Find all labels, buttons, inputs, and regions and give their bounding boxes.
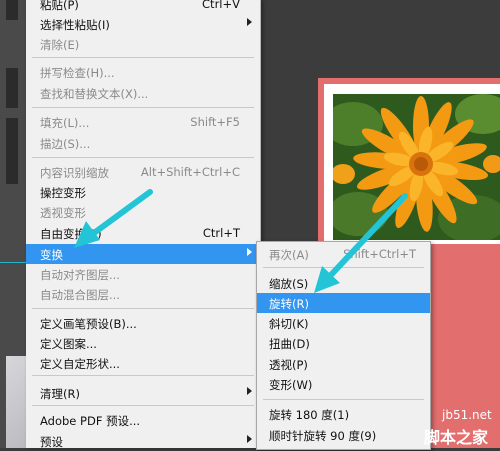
menu-item-label: 自动混合图层... [40,288,120,302]
menu-item-shortcut: Shift+Ctrl+T [343,247,416,261]
menu-item-content-aware-scale[interactable]: 内容识别缩放 Alt+Shift+Ctrl+C [26,162,260,182]
menu-item-label: 变形(W) [269,378,313,392]
flower-image [333,94,500,240]
menu-item-label: 斜切(K) [269,317,309,331]
menu-item-label: 再次(A) [269,248,309,262]
submenu-item-rotate-90-cw[interactable]: 顺时针旋转 90 度(9) [257,425,430,445]
menu-item-label: 透视(P) [269,358,308,372]
submenu-item-again[interactable]: 再次(A) Shift+Ctrl+T [257,244,430,264]
menu-item-label: 自动对齐图层... [40,268,120,282]
chevron-right-icon [247,435,252,443]
menu-item-auto-blend-layers[interactable]: 自动混合图层... [26,284,260,304]
menu-item-label: 粘贴(P) [40,0,79,12]
submenu-item-warp[interactable]: 变形(W) [257,374,430,394]
menu-item-stroke[interactable]: 描边(S)... [26,133,260,153]
menu-item-shortcut: Ctrl+T [202,226,240,240]
menu-divider [32,107,254,108]
menu-item-label: 定义画笔预设(B)... [40,317,137,331]
transform-submenu: 再次(A) Shift+Ctrl+T 缩放(S) 旋转(R) 斜切(K) 扭曲(… [256,241,431,450]
menu-item-define-pattern[interactable]: 定义图案... [26,333,260,353]
menu-item-transform[interactable]: 变换 [26,244,260,264]
chevron-right-icon [247,387,252,395]
menu-item-label: 自由变换(F) [40,227,102,241]
menu-item-fill[interactable]: 填充(L)... Shift+F5 [26,112,260,132]
menu-item-auto-align-layers[interactable]: 自动对齐图层... [26,264,260,284]
menu-item-label: 顺时针旋转 90 度(9) [269,429,377,443]
menu-item-define-brush[interactable]: 定义画笔预设(B)... [26,313,260,333]
menu-item-label: 拼写检查(H)... [40,66,115,80]
menu-item-label: 旋转 180 度(1) [269,408,350,422]
submenu-item-perspective[interactable]: 透视(P) [257,354,430,374]
menu-divider [32,375,254,376]
menu-divider [32,157,254,158]
chevron-right-icon [247,18,252,26]
menu-item-label: 缩放(S) [269,277,309,291]
menu-item-label: Adobe PDF 预设... [40,414,141,428]
menu-item-shortcut: Ctrl+V [202,0,240,11]
menu-item-label: 查找和替换文本(X)... [40,87,149,101]
menu-divider [32,405,254,406]
menu-item-label: 定义图案... [40,337,97,351]
menu-item-label: 操控变形 [40,186,86,200]
menu-item-label: 内容识别缩放 [40,166,109,180]
menu-item-paste-special[interactable]: 选择性粘贴(I) [26,14,260,34]
menu-item-free-transform[interactable]: 自由变换(F) Ctrl+T [26,223,260,243]
menu-item-clear[interactable]: 清除(E) [26,34,260,54]
menu-item-label: 选择性粘贴(I) [40,18,110,32]
watermark-site: jb51.net [442,408,492,422]
menu-divider [263,399,424,400]
menu-item-label: 定义自定形状... [40,357,120,371]
submenu-item-rotate[interactable]: 旋转(R) [257,293,430,313]
submenu-item-rotate-180[interactable]: 旋转 180 度(1) [257,404,430,424]
menu-divider [32,308,254,309]
submenu-item-distort[interactable]: 扭曲(D) [257,333,430,353]
menu-item-pdf-presets[interactable]: Adobe PDF 预设... [26,410,260,430]
menu-item-presets[interactable]: 预设 [26,431,260,451]
menu-divider [263,267,424,268]
menu-item-label: 填充(L)... [40,116,90,130]
chevron-right-icon [247,248,252,256]
menu-item-label: 清除(E) [40,38,80,52]
menu-divider [32,57,254,58]
menu-item-shortcut: Shift+F5 [190,115,240,129]
menu-item-spell-check[interactable]: 拼写检查(H)... [26,62,260,82]
menu-item-shortcut: Alt+Shift+Ctrl+C [140,165,240,179]
tool-panel-slot [6,68,18,108]
menu-item-label: 变换 [40,248,63,262]
watermark-name: 脚本之家 [424,428,489,447]
menu-item-label: 清理(R) [40,387,80,401]
submenu-item-skew[interactable]: 斜切(K) [257,313,430,333]
menu-item-perspective-warp[interactable]: 透视变形 [26,202,260,222]
submenu-item-scale[interactable]: 缩放(S) [257,273,430,293]
tool-panel-slot [6,118,18,184]
tool-panel-slot [6,0,18,20]
menu-item-purge[interactable]: 清理(R) [26,383,260,403]
flower-photo[interactable] [333,94,500,240]
menu-item-label: 透视变形 [40,206,86,220]
edit-menu: 粘贴(P) Ctrl+V 选择性粘贴(I) 清除(E) 拼写检查(H)... 查… [26,0,261,451]
menu-item-find-replace[interactable]: 查找和替换文本(X)... [26,83,260,103]
menu-item-label: 旋转(R) [269,297,309,311]
menu-item-label: 扭曲(D) [269,337,310,351]
menu-item-puppet-warp[interactable]: 操控变形 [26,182,260,202]
menu-item-label: 描边(S)... [40,137,91,151]
menu-item-define-shape[interactable]: 定义自定形状... [26,353,260,373]
menu-item-paste[interactable]: 粘贴(P) Ctrl+V [26,0,260,14]
